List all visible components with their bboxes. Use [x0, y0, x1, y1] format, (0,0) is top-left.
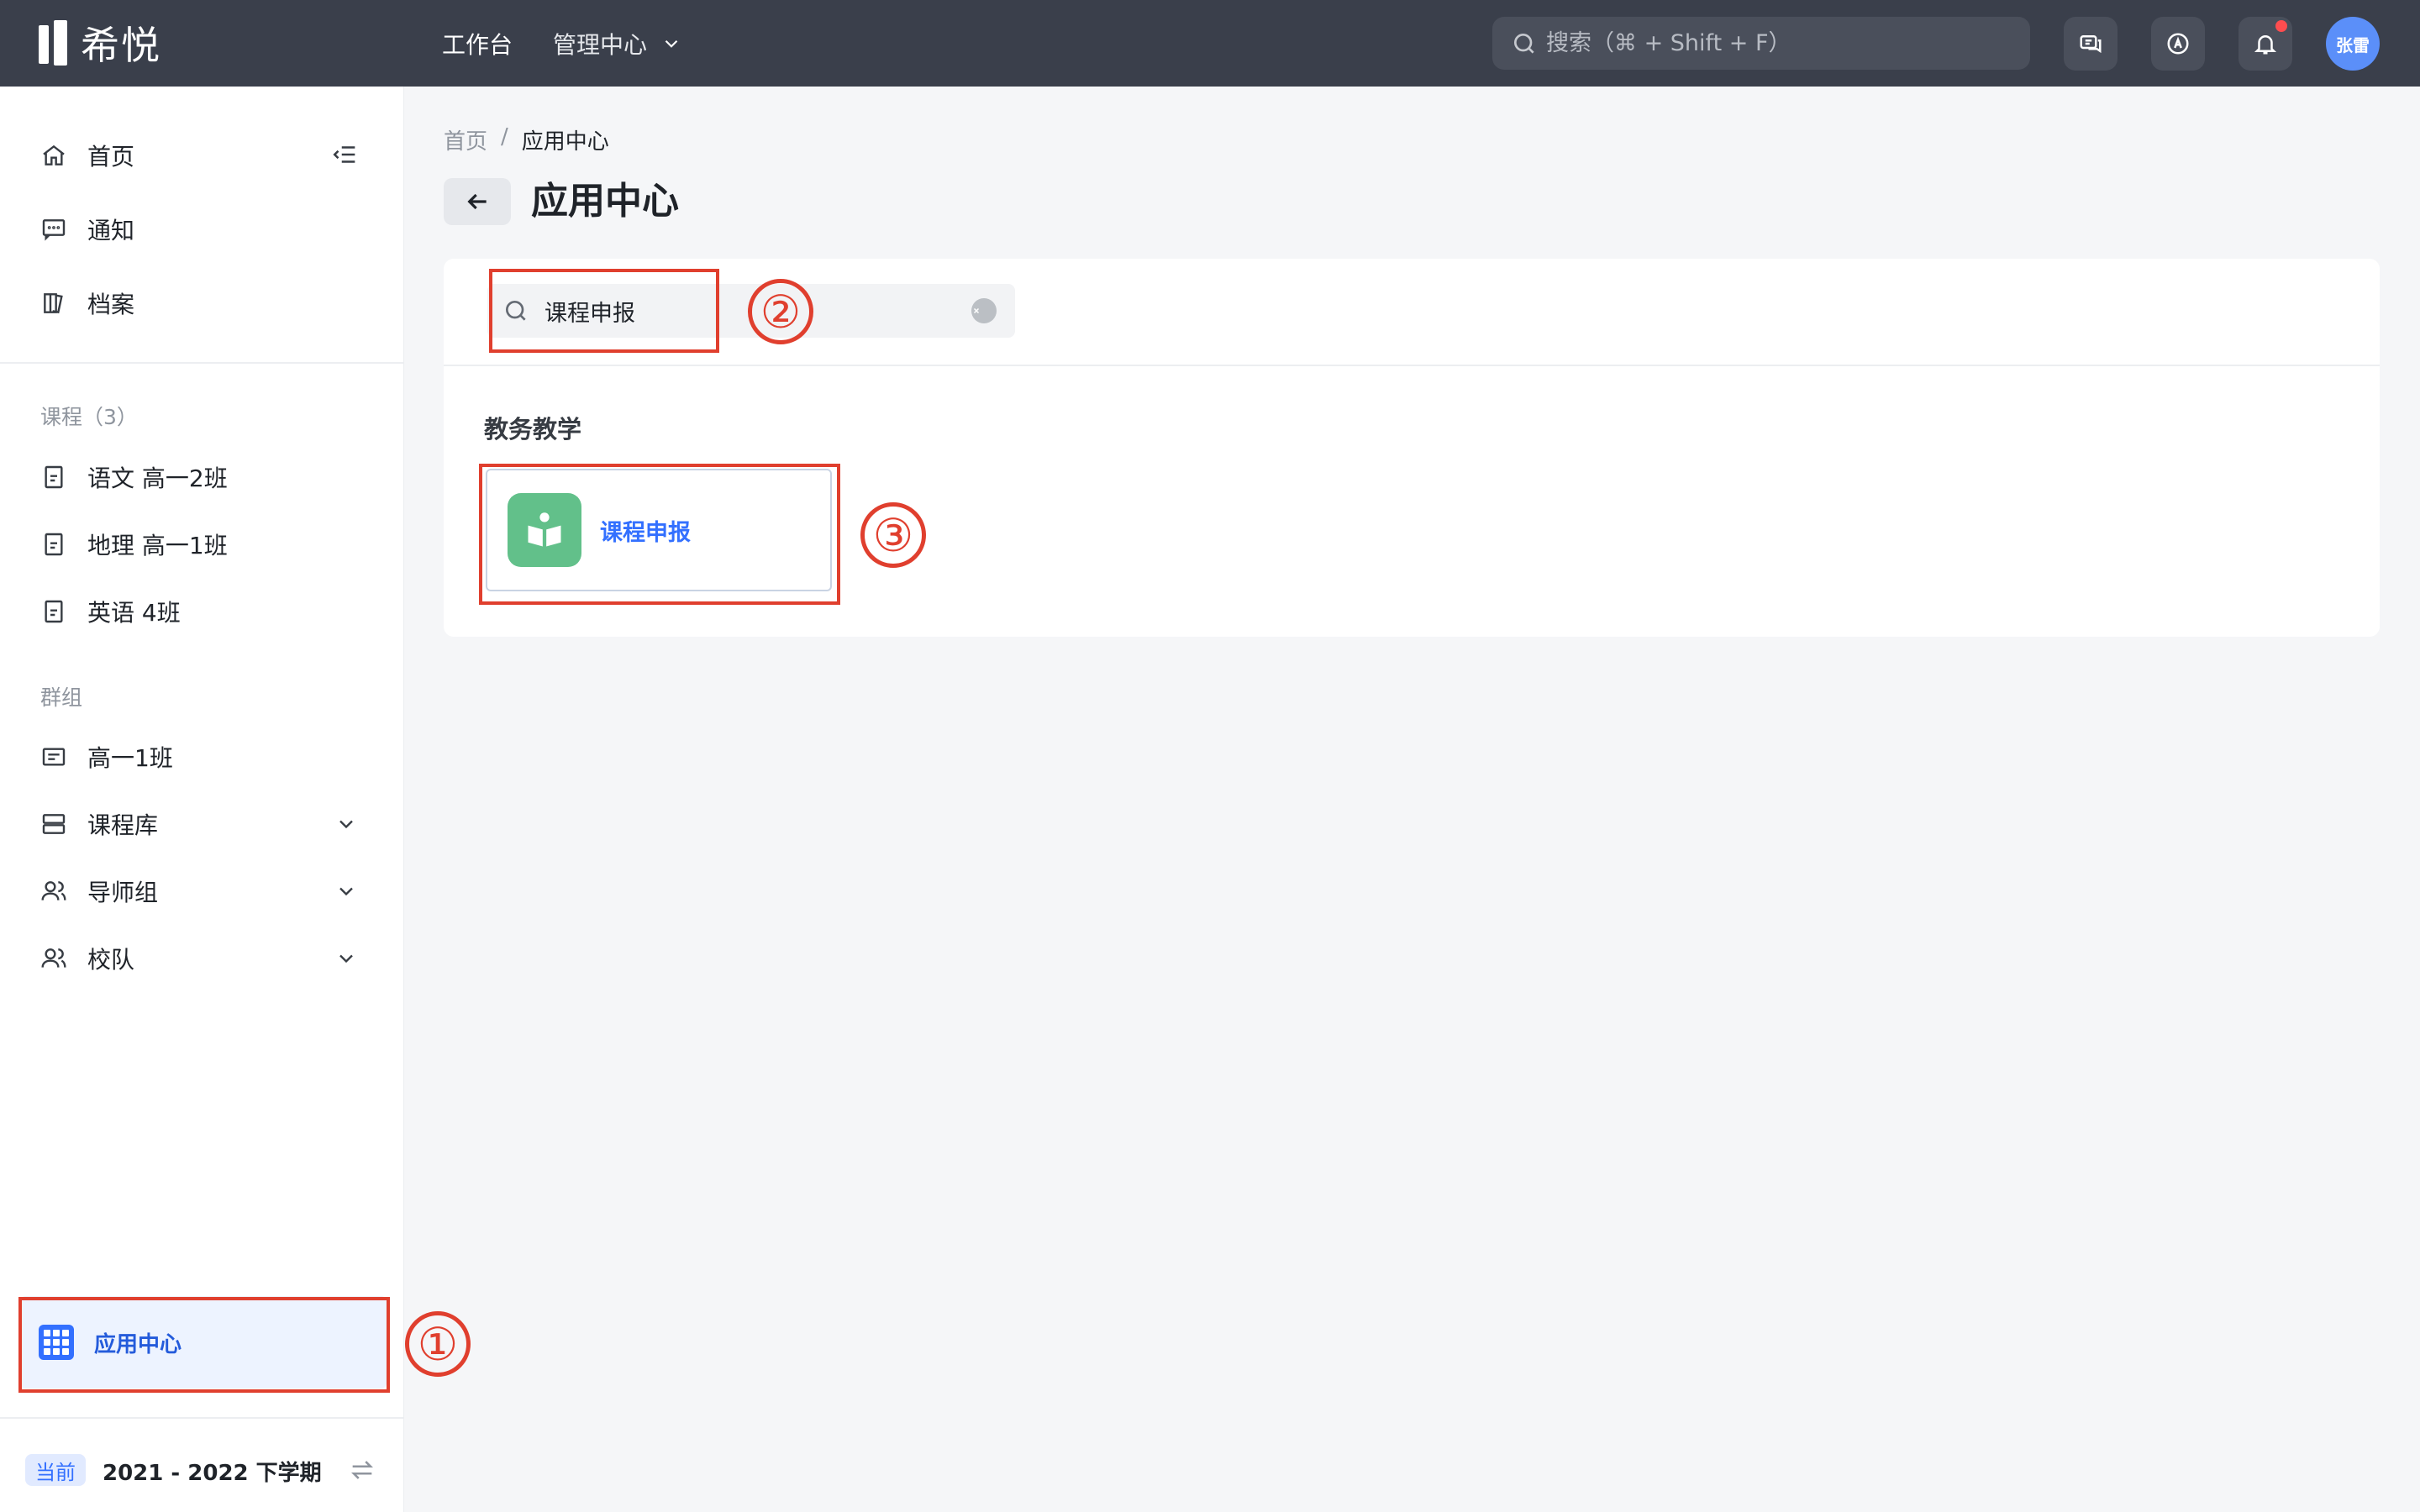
- chat-icon: [2080, 35, 2102, 54]
- sidebar-item-archive[interactable]: 档案: [40, 285, 134, 322]
- sidebar-item-notice[interactable]: 通知: [40, 211, 134, 248]
- groups-section-label: 群组: [40, 685, 83, 710]
- term-label: 2021 - 2022 下学期: [103, 1461, 322, 1486]
- nav-admin-center-label: 管理中心: [553, 31, 648, 59]
- sidebar-item-label: 课程库: [87, 811, 159, 839]
- panel-divider: [444, 365, 2380, 366]
- sidebar-item-home[interactable]: 首页: [40, 137, 134, 174]
- arrow-left-icon: [467, 193, 487, 210]
- sidebar-item-course[interactable]: 语文 高一2班: [40, 459, 228, 496]
- chat-button[interactable]: [2064, 17, 2118, 71]
- courses-section-label: 课程（3）: [40, 405, 138, 429]
- chevron-down-icon: [665, 39, 678, 48]
- step-marker-2: ②: [748, 279, 813, 344]
- nav-workbench[interactable]: 工作台: [442, 27, 513, 60]
- sidebar-item-label: 校队: [87, 946, 135, 974]
- course-book-icon: [45, 600, 63, 623]
- app-store-icon: [2167, 33, 2189, 55]
- step-marker-3: ③: [860, 502, 926, 568]
- course-book-icon: [45, 533, 63, 556]
- back-button[interactable]: [444, 178, 511, 225]
- clear-search-button[interactable]: [971, 298, 997, 323]
- users-icon: [41, 881, 66, 900]
- home-icon: [43, 144, 65, 165]
- collapse-sidebar-icon[interactable]: [331, 140, 360, 169]
- logo-mark-icon: [39, 20, 69, 66]
- current-term-badge: 当前: [25, 1454, 86, 1486]
- sidebar-item-label: 通知: [87, 217, 135, 244]
- global-search-input[interactable]: [1546, 30, 2000, 56]
- archive-icon: [44, 293, 63, 314]
- notification-dot: [2275, 20, 2287, 32]
- breadcrumb-separator: /: [501, 124, 508, 150]
- sidebar-item-course[interactable]: 地理 高一1班: [40, 526, 228, 563]
- sidebar-item-label: 地理 高一1班: [87, 532, 228, 559]
- term-bar: 当前 2021 - 2022 下学期: [0, 1417, 404, 1512]
- library-icon: [42, 814, 66, 834]
- breadcrumb-home[interactable]: 首页: [444, 124, 487, 155]
- sidebar-item-mentor-group[interactable]: 导师组: [40, 873, 158, 910]
- sidebar-item-school-team[interactable]: 校队: [40, 940, 134, 977]
- message-icon: [42, 219, 66, 241]
- global-search[interactable]: [1492, 17, 2030, 70]
- logo-text: 希悦: [81, 23, 161, 68]
- sidebar-item-course[interactable]: 英语 4班: [40, 593, 181, 630]
- highlight-app-center: [18, 1297, 390, 1393]
- section-title: 教务教学: [484, 415, 582, 444]
- sidebar-divider: [0, 362, 404, 364]
- highlight-search-box: [489, 269, 719, 353]
- switch-term-icon[interactable]: [348, 1456, 376, 1484]
- breadcrumb-current: 应用中心: [521, 129, 609, 155]
- avatar[interactable]: 张雷: [2326, 17, 2380, 71]
- search-icon: [1514, 33, 1534, 54]
- chevron-down-icon[interactable]: [334, 947, 358, 970]
- chevron-down-icon[interactable]: [334, 812, 358, 836]
- sidebar-item-label: 英语 4班: [87, 599, 181, 627]
- nav-admin-center[interactable]: 管理中心: [553, 27, 682, 60]
- sidebar-item-course-library[interactable]: 课程库: [40, 806, 158, 843]
- users-icon: [41, 948, 66, 968]
- chevron-down-icon[interactable]: [334, 879, 358, 903]
- highlight-app-card: [479, 464, 840, 605]
- breadcrumb: 首页 / 应用中心: [444, 124, 609, 155]
- step-marker-1: ①: [405, 1311, 471, 1377]
- logo[interactable]: 希悦: [39, 18, 161, 68]
- app-store-button[interactable]: [2151, 17, 2205, 71]
- bell-icon: [2254, 35, 2277, 55]
- sidebar-item-label: 档案: [87, 291, 135, 318]
- sidebar-item-label: 导师组: [87, 879, 159, 906]
- sidebar-item-label: 首页: [87, 143, 135, 171]
- course-book-icon: [45, 465, 63, 489]
- sidebar-item-group[interactable]: 高一1班: [40, 738, 173, 775]
- class-group-icon: [42, 748, 66, 766]
- sidebar-item-label: 高一1班: [87, 744, 173, 772]
- top-nav: 工作台 管理中心: [442, 24, 682, 64]
- close-icon: [973, 307, 980, 314]
- notification-button[interactable]: [2238, 17, 2292, 71]
- sidebar-item-label: 语文 高一2班: [87, 465, 228, 492]
- page-title: 应用中心: [531, 180, 679, 223]
- top-bar: 希悦 工作台 管理中心 张雷: [0, 0, 2420, 87]
- nav-workbench-label: 工作台: [442, 31, 513, 59]
